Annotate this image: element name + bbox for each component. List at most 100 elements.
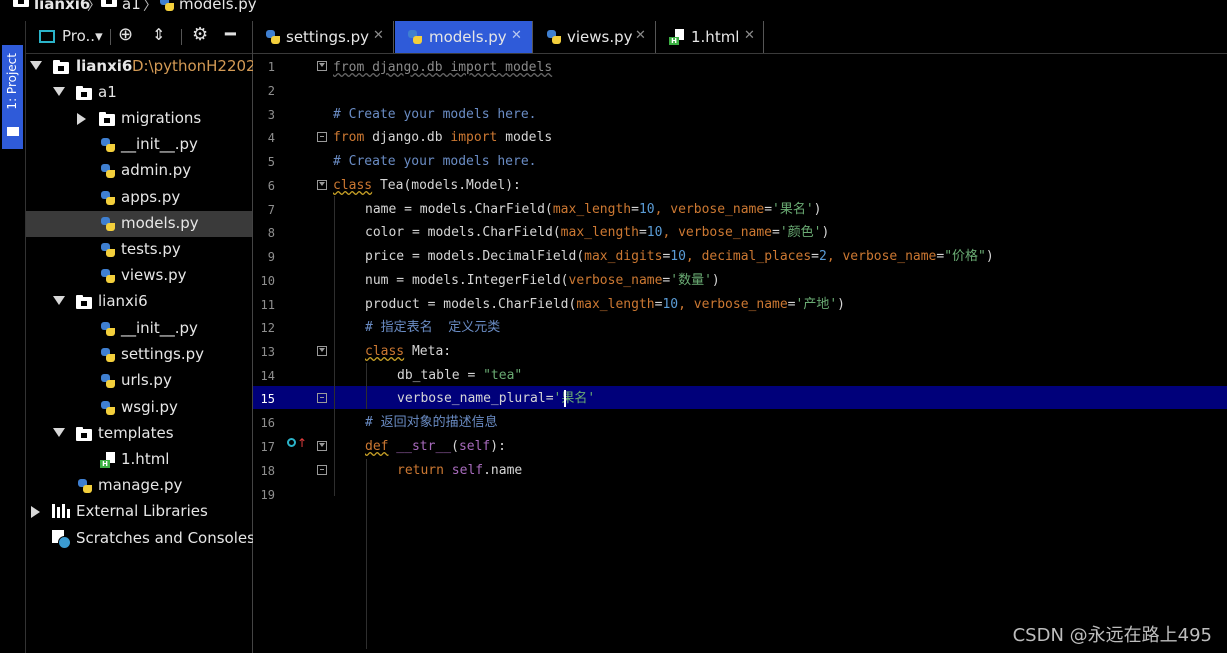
tree-item-apps-py[interactable]: apps.py xyxy=(26,185,252,211)
project-tool-tab[interactable]: 1: Project xyxy=(2,45,23,149)
python-file-icon xyxy=(546,29,562,45)
tree-item-label: External Libraries xyxy=(76,502,208,520)
tree-item-init-py[interactable]: __init__.py xyxy=(26,132,252,158)
code-token: = xyxy=(772,225,780,240)
code-token: name = models.CharField( xyxy=(365,202,553,217)
line-number: 19 xyxy=(260,488,275,502)
tab-views-py[interactable]: views.py ✕ xyxy=(534,21,656,53)
tab-1-html[interactable]: H 1.html ✕ xyxy=(657,21,764,53)
editor-gutter: 1 2 3 4 5 6 7 8 9 10 11 12 13 14 15 16 1… xyxy=(253,54,327,653)
tree-item-admin-py[interactable]: admin.py xyxy=(26,158,252,184)
chevron-down-icon[interactable] xyxy=(53,296,65,305)
fold-open-icon[interactable] xyxy=(317,61,327,71)
python-file-icon xyxy=(100,137,116,153)
breadcrumb-file[interactable]: models.py xyxy=(179,0,257,13)
tree-item-a1[interactable]: a1 xyxy=(26,80,252,106)
fold-open-icon[interactable] xyxy=(317,346,327,356)
html-file-icon: H xyxy=(669,29,685,45)
python-file-icon xyxy=(100,373,116,389)
fold-close-icon[interactable] xyxy=(317,132,327,142)
code-token: "价格" xyxy=(944,249,986,264)
python-file-icon xyxy=(100,268,116,284)
python-file-icon xyxy=(100,190,116,206)
close-icon[interactable]: ✕ xyxy=(511,28,522,43)
fold-open-icon[interactable] xyxy=(317,180,327,190)
chevron-right-icon[interactable] xyxy=(31,506,40,518)
close-icon[interactable]: ✕ xyxy=(373,28,384,43)
folder-icon xyxy=(7,127,19,136)
line-number: 10 xyxy=(260,274,275,288)
code-token: 10 xyxy=(670,249,686,264)
tree-item-lianxi6-package[interactable]: lianxi6 xyxy=(26,289,252,315)
code-token: max_digits xyxy=(584,249,663,264)
code-line-9: price = models.DecimalField(max_digits = 1… xyxy=(365,245,994,268)
code-token: self xyxy=(451,463,484,478)
breadcrumb-project[interactable]: lianxi6 xyxy=(34,0,90,13)
tree-item-manage-py[interactable]: manage.py xyxy=(26,473,252,499)
line-number: 14 xyxy=(260,369,275,383)
tree-item-project-root[interactable]: lianxi6 D:\pythonH2202 xyxy=(26,54,256,80)
locate-file-icon[interactable]: ⊕ xyxy=(118,24,133,45)
fold-close-icon[interactable] xyxy=(317,393,327,403)
code-token: verbose_name xyxy=(693,297,788,312)
line-number: 18 xyxy=(260,464,275,478)
collapse-all-icon[interactable]: ⇕ xyxy=(152,25,165,44)
tree-item-external-libraries[interactable]: External Libraries xyxy=(26,499,252,525)
code-token: price = models.DecimalField( xyxy=(365,249,585,264)
override-method-icon[interactable]: ↑ xyxy=(287,436,307,450)
editor-tab-bar: settings.py ✕ models.py ✕ views.py ✕ H 1… xyxy=(253,21,1227,54)
tab-settings-py[interactable]: settings.py ✕ xyxy=(253,21,394,53)
tree-item-migrations[interactable]: migrations xyxy=(26,106,252,132)
chevron-down-icon[interactable] xyxy=(53,428,65,437)
tree-item-label: settings.py xyxy=(121,345,204,363)
code-token: = xyxy=(638,225,647,240)
tree-item-wsgi-py[interactable]: wsgi.py xyxy=(26,395,252,421)
chevron-down-icon[interactable] xyxy=(30,61,42,70)
tree-item-scratches[interactable]: Scratches and Consoles xyxy=(26,526,255,552)
chevron-down-icon[interactable] xyxy=(53,87,65,96)
hide-panel-icon[interactable]: ━ xyxy=(225,24,236,45)
fold-open-icon[interactable] xyxy=(317,441,327,451)
line-number: 7 xyxy=(267,203,275,217)
library-icon xyxy=(52,504,70,518)
code-token: 2 xyxy=(818,249,827,264)
project-view-icon xyxy=(39,30,55,43)
code-editor[interactable]: 1 2 3 4 5 6 7 8 9 10 11 12 13 14 15 16 1… xyxy=(253,54,1227,653)
python-file-icon xyxy=(77,478,93,494)
chevron-right-icon[interactable] xyxy=(77,113,86,125)
code-token: Tea(models.Model): xyxy=(372,178,521,193)
tree-item-settings-py[interactable]: settings.py xyxy=(26,342,252,368)
fold-close-icon[interactable] xyxy=(317,465,327,475)
project-view-dropdown[interactable]: Pro..▾ xyxy=(62,27,103,45)
tree-item-urls-py[interactable]: urls.py xyxy=(26,368,252,394)
line-number: 17 xyxy=(260,440,275,454)
folder-icon xyxy=(99,112,115,126)
code-token: , xyxy=(678,297,694,312)
close-icon[interactable]: ✕ xyxy=(635,28,646,43)
tree-item-models-py[interactable]: models.py xyxy=(26,211,252,237)
close-icon[interactable]: ✕ xyxy=(744,28,755,43)
code-token: product = models.CharField( xyxy=(365,297,577,312)
line-number: 3 xyxy=(267,108,275,122)
project-panel: Pro..▾ ⊕ ⇕ ⚙ ━ lianxi6 D:\pythonH2202 a1… xyxy=(26,21,256,653)
project-path: D:\pythonH2202 xyxy=(132,57,256,75)
breadcrumb-folder[interactable]: a1 xyxy=(122,0,141,13)
tree-item-label: models.py xyxy=(121,214,199,232)
csdn-watermark: CSDN @永远在路上495 xyxy=(1012,625,1212,646)
line-number: 13 xyxy=(260,345,275,359)
tree-item-tests-py[interactable]: tests.py xyxy=(26,237,252,263)
tree-item-init-py[interactable]: __init__.py xyxy=(26,316,252,342)
tree-item-1-html[interactable]: H 1.html xyxy=(26,447,252,473)
code-token: django.db xyxy=(364,130,451,145)
code-token: , xyxy=(654,202,671,217)
tab-models-py[interactable]: models.py ✕ xyxy=(395,21,533,53)
tree-item-views-py[interactable]: views.py xyxy=(26,263,252,289)
code-token: "tea" xyxy=(483,368,523,383)
code-line-12: # 指定表名 定义元类 xyxy=(365,320,501,335)
tree-item-templates[interactable]: templates xyxy=(26,421,252,447)
gear-icon[interactable]: ⚙ xyxy=(192,24,208,45)
code-token: 10 xyxy=(662,297,679,312)
code-token: = xyxy=(631,202,639,217)
line-number: 12 xyxy=(260,321,275,335)
breadcrumb-separator: 〉 xyxy=(87,0,101,14)
